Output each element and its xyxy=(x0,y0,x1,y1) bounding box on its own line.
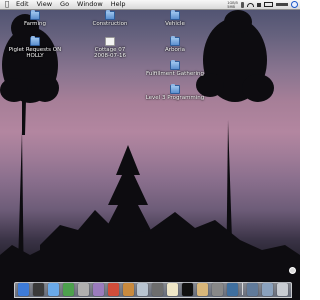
menu-extras: 1GB/5 5MB xyxy=(227,0,298,9)
folder-icon xyxy=(170,36,180,46)
itunes-icon[interactable] xyxy=(62,283,74,296)
menu-edit[interactable]: Edit xyxy=(12,0,33,9)
documents-stack-icon[interactable] xyxy=(261,283,273,296)
folder-icon xyxy=(170,84,180,94)
desktop-icon-fulfillment[interactable]: Fulfillment Gathering xyxy=(140,60,210,77)
dashboard-icon[interactable] xyxy=(32,283,44,296)
icon-sublabel: HOLLY xyxy=(26,53,44,59)
finder-icon[interactable] xyxy=(17,283,29,296)
icon-label: Arboria xyxy=(164,47,186,53)
photo-booth-icon[interactable] xyxy=(152,283,164,296)
memory-meter[interactable]: 1GB/5 5MB xyxy=(227,1,238,9)
volume-icon[interactable] xyxy=(257,2,261,7)
bluetooth-icon[interactable] xyxy=(241,1,244,8)
desktop-icon-cottage[interactable]: Cottage 07 2008-07-16 xyxy=(75,37,145,59)
downloads-stack-icon[interactable] xyxy=(246,283,258,296)
icon-label: Construction xyxy=(92,21,128,27)
meter-line-1: 1GB/5 xyxy=(227,0,238,5)
menu-help[interactable]: Help xyxy=(107,0,130,9)
document-icon xyxy=(105,37,115,46)
preview-icon[interactable] xyxy=(137,283,149,296)
desktop-icon-vehicle[interactable]: Vehicle xyxy=(140,10,210,27)
ichat-icon[interactable] xyxy=(77,283,89,296)
icon-sublabel: 2008-07-16 xyxy=(94,53,126,59)
desktop-icon-construction[interactable]: Construction xyxy=(75,10,145,27)
folder-icon xyxy=(170,60,180,70)
menu-view[interactable]: View xyxy=(33,0,56,9)
spotlight-icon[interactable] xyxy=(291,1,298,8)
icon-label: Level 3 Programming xyxy=(145,95,205,101)
icon-label: Fulfillment Gathering xyxy=(146,71,204,77)
menu-bar:  Edit View Go Window Help 1GB/5 5MB xyxy=(0,0,300,10)
textedit-icon[interactable] xyxy=(167,283,179,296)
desktop[interactable]:  Edit View Go Window Help 1GB/5 5MB Far… xyxy=(0,0,300,300)
folder-icon xyxy=(170,10,180,20)
meter-line-2: 5MB xyxy=(227,4,235,9)
wifi-icon[interactable] xyxy=(247,2,254,7)
icon-label: Farming xyxy=(23,21,47,27)
folder-icon xyxy=(30,10,40,20)
icon-label: Vehicle xyxy=(165,21,185,27)
ical-icon[interactable] xyxy=(107,283,119,296)
desktop-icon-farming[interactable]: Farming xyxy=(0,10,70,27)
address-book-icon[interactable] xyxy=(197,283,209,296)
menu-go[interactable]: Go xyxy=(56,0,73,9)
folder-icon xyxy=(30,36,40,46)
iphoto-icon[interactable] xyxy=(122,283,134,296)
trash-icon[interactable] xyxy=(276,283,288,296)
dock-separator xyxy=(242,283,244,295)
desktop-icon-level-3[interactable]: Level 3 Programming xyxy=(140,84,210,101)
stack-indicator xyxy=(289,267,296,274)
safari-icon[interactable] xyxy=(47,283,59,296)
system-preferences-icon[interactable] xyxy=(212,283,224,296)
apple-icon[interactable]:  xyxy=(2,0,12,9)
time-machine-icon[interactable] xyxy=(227,283,239,296)
desktop-icon-arboria[interactable]: Arboria xyxy=(140,36,210,53)
battery-icon[interactable] xyxy=(264,2,273,7)
desktop-icon-piglet-requests[interactable]: Piglet Requests ON HOLLY xyxy=(0,36,70,59)
dock xyxy=(14,282,292,298)
terminal-icon[interactable] xyxy=(182,283,194,296)
menu-window[interactable]: Window xyxy=(73,0,107,9)
clock-icon[interactable] xyxy=(276,3,288,6)
mail-icon[interactable] xyxy=(92,283,104,296)
folder-icon xyxy=(105,10,115,20)
